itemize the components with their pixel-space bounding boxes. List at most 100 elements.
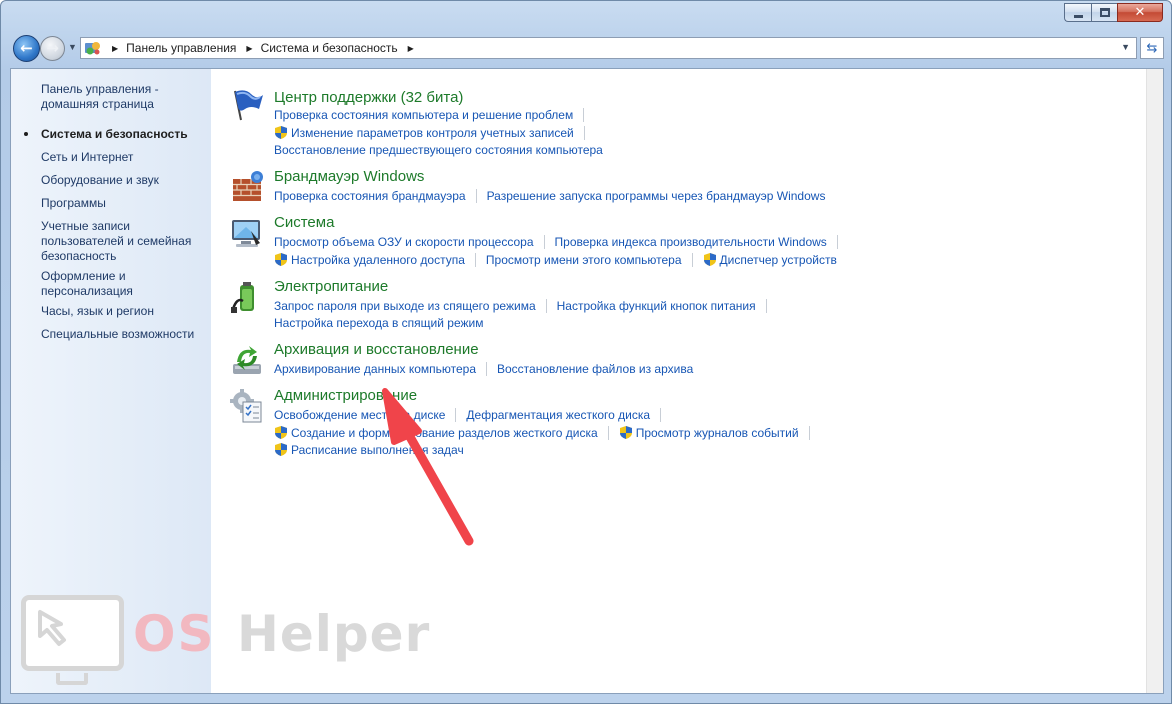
address-dropdown[interactable]: ▼: [1121, 42, 1130, 52]
task-row: Изменение параметров контроля учетных за…: [274, 125, 595, 140]
power-icon: [231, 282, 254, 313]
divider: [765, 299, 767, 313]
sidebar-item-home[interactable]: Панель управления - домашняя страница: [41, 82, 206, 112]
address-bar[interactable]: ▶ Панель управления ▶ Система и безопасн…: [80, 37, 1137, 59]
sidebar-item-user-accounts[interactable]: Учетные записи пользователей и семейная …: [41, 219, 206, 264]
task-link[interactable]: Просмотр объема ОЗУ и скорости процессор…: [274, 235, 534, 249]
sidebar-item-programs[interactable]: Программы: [41, 196, 206, 211]
task-row: Настройка удаленного доступа Просмотр им…: [274, 252, 837, 267]
back-arrow-icon: ←: [20, 39, 33, 57]
task-label: Создание и форматирование разделов жестк…: [291, 425, 598, 440]
task-link[interactable]: Восстановление файлов из архива: [497, 362, 693, 376]
task-link[interactable]: Разрешение запуска программы через бранд…: [487, 189, 826, 203]
task-link[interactable]: Диспетчер устройств: [703, 252, 837, 267]
active-bullet: [24, 132, 28, 136]
sidebar-item-clock-region[interactable]: Часы, язык и регион: [41, 304, 206, 319]
task-link[interactable]: Настройка удаленного доступа: [274, 252, 465, 267]
task-row: Просмотр объема ОЗУ и скорости процессор…: [274, 235, 848, 249]
task-row: Запрос пароля при выходе из спящего режи…: [274, 299, 777, 313]
task-link[interactable]: Изменение параметров контроля учетных за…: [274, 125, 574, 140]
refresh-icon: ⇆: [1146, 40, 1158, 55]
uac-shield-icon: [275, 443, 287, 456]
sidebar-item-network[interactable]: Сеть и Интернет: [41, 150, 206, 165]
content-area: Панель управления - домашняя страница Си…: [10, 68, 1164, 694]
task-row: Архивирование данных компьютера Восстано…: [274, 362, 693, 376]
task-link[interactable]: Освобождение места на диске: [274, 408, 445, 422]
admin-tools-icon: [230, 389, 262, 423]
uac-shield-icon: [703, 253, 716, 266]
sidebar-item-hardware[interactable]: Оборудование и звук: [41, 173, 206, 188]
minimize-button[interactable]: [1064, 3, 1091, 22]
breadcrumb-separator[interactable]: ▶: [246, 44, 252, 53]
task-link[interactable]: Создание и форматирование разделов жестк…: [274, 425, 598, 440]
task-link[interactable]: Дефрагментация жесткого диска: [466, 408, 650, 422]
breadcrumb-system-security[interactable]: Система и безопасность: [261, 41, 398, 55]
watermark-text-helper: Helper: [237, 605, 431, 663]
task-row: Создание и форматирование разделов жестк…: [274, 425, 820, 440]
maximize-button[interactable]: [1091, 3, 1117, 22]
sidebar-item-appearance[interactable]: Оформление и персонализация: [41, 269, 206, 299]
category-title[interactable]: Система: [274, 214, 334, 231]
watermark-cursor-icon: [38, 610, 66, 646]
watermark-text-os: OS: [133, 605, 216, 663]
task-link[interactable]: Проверка состояния компьютера и решение …: [274, 108, 573, 122]
navigation-bar: ← → ▼ ▶ Панель управления ▶ Система и бе…: [9, 33, 1165, 65]
task-row: Расписание выполнения задач: [274, 442, 464, 457]
divider: [660, 408, 662, 422]
task-link[interactable]: Настройка функций кнопок питания: [557, 299, 756, 313]
category-title[interactable]: Центр поддержки (32 бита): [274, 89, 463, 106]
back-button[interactable]: ←: [13, 35, 40, 62]
watermark-monitor-stand: [56, 673, 88, 685]
computer-icon: [232, 220, 260, 247]
category-title[interactable]: Администрирование: [274, 387, 417, 404]
task-link[interactable]: Расписание выполнения задач: [274, 442, 464, 457]
divider: [607, 425, 609, 440]
uac-shield-icon: [275, 253, 287, 266]
close-icon: ✕: [1134, 5, 1146, 20]
watermark-monitor-icon: [21, 595, 124, 671]
task-link[interactable]: Настройка перехода в спящий режим: [274, 316, 483, 330]
category-title[interactable]: Архивация и восстановление: [274, 341, 479, 358]
task-link[interactable]: Просмотр журналов событий: [619, 425, 799, 440]
task-link[interactable]: Запрос пароля при выходе из спящего режи…: [274, 299, 536, 313]
task-link[interactable]: Проверка индекса производительности Wind…: [555, 235, 827, 249]
forward-button[interactable]: →: [40, 36, 65, 61]
task-label: Просмотр журналов событий: [635, 425, 799, 440]
forward-arrow-icon: →: [46, 39, 59, 57]
task-row: Восстановление предшествующего состояния…: [274, 143, 603, 157]
uac-shield-icon: [619, 426, 632, 439]
uac-shield-icon: [275, 126, 287, 139]
breadcrumb-separator[interactable]: ▶: [112, 44, 118, 53]
task-link[interactable]: Восстановление предшествующего состояния…: [274, 143, 603, 157]
task-row: Освобождение места на диске Дефрагментац…: [274, 408, 671, 422]
control-panel-window: ✕ ← → ▼ ▶ Панель управления ▶ Система и …: [0, 0, 1172, 704]
breadcrumb-separator[interactable]: ▶: [408, 44, 414, 53]
category-title[interactable]: Брандмауэр Windows: [274, 168, 424, 185]
task-row: Проверка состояния брандмауэра Разрешени…: [274, 189, 825, 203]
task-link[interactable]: Просмотр имени этого компьютера: [486, 253, 682, 267]
flag-icon: [234, 90, 263, 121]
divider: [808, 425, 810, 440]
category-title[interactable]: Электропитание: [274, 278, 388, 295]
sidebar-item-accessibility[interactable]: Специальные возможности: [41, 327, 206, 342]
maximize-icon: [1099, 8, 1110, 17]
task-row: Настройка перехода в спящий режим: [274, 316, 483, 330]
task-link[interactable]: Проверка состояния брандмауэра: [274, 189, 466, 203]
divider: [691, 252, 693, 267]
sidebar-item-system-security[interactable]: Система и безопасность: [41, 127, 206, 142]
caption-buttons: ✕: [1064, 3, 1163, 22]
task-row: Проверка состояния компьютера и решение …: [274, 108, 594, 122]
firewall-icon: [233, 171, 263, 201]
task-label: Изменение параметров контроля учетных за…: [291, 125, 574, 140]
task-label: Настройка удаленного доступа: [291, 252, 465, 267]
refresh-button[interactable]: ⇆: [1140, 37, 1164, 59]
recent-pages-dropdown[interactable]: ▼: [68, 42, 77, 52]
breadcrumb-control-panel[interactable]: Панель управления: [126, 41, 236, 55]
task-label: Расписание выполнения задач: [291, 442, 464, 457]
vertical-scrollbar[interactable]: [1146, 69, 1163, 693]
divider: [455, 408, 457, 422]
close-button[interactable]: ✕: [1117, 3, 1163, 22]
minimize-icon: [1073, 14, 1083, 18]
task-link[interactable]: Архивирование данных компьютера: [274, 362, 476, 376]
divider: [545, 299, 547, 313]
